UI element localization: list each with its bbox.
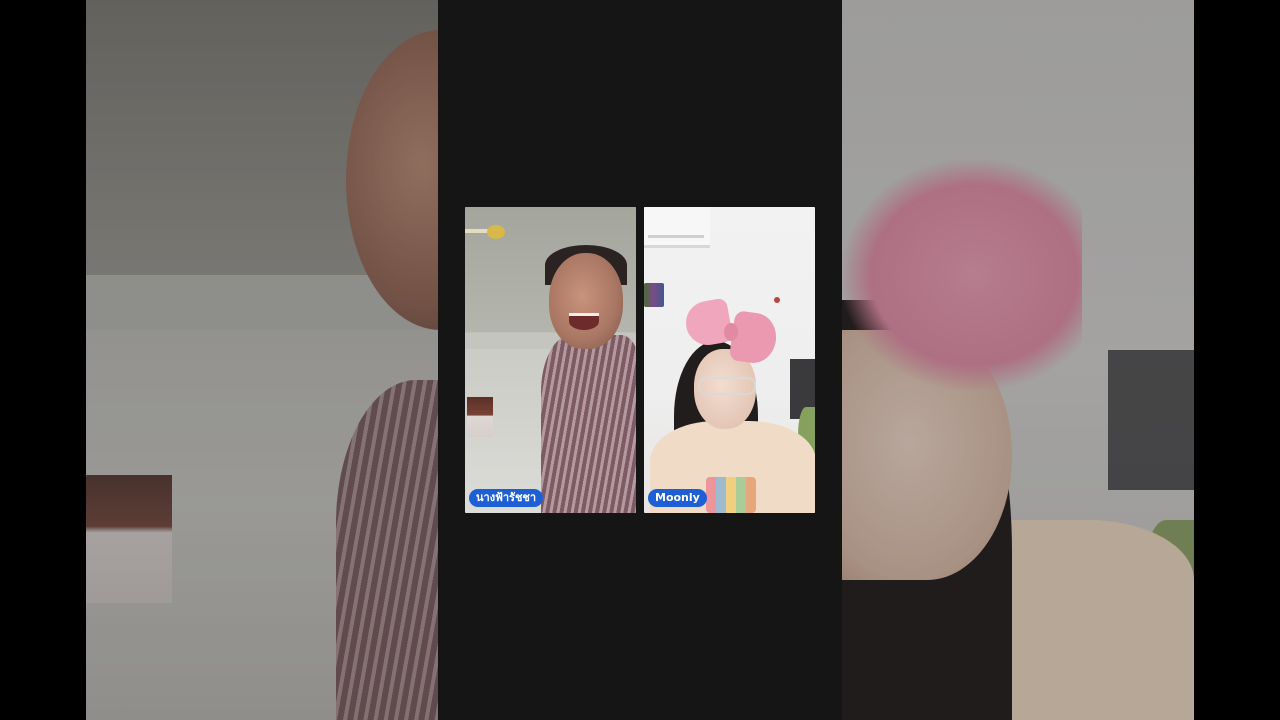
pink-bow	[682, 297, 734, 349]
participant-shirt	[541, 335, 636, 513]
participant-face	[549, 253, 623, 349]
glasses	[698, 377, 756, 395]
blurred-background-left	[86, 0, 438, 720]
participant-video-tile[interactable]: นางฟ้ารัชชา	[465, 207, 636, 513]
video-call-stage: นางฟ้ารัชชา Moonly	[0, 0, 1280, 720]
participant-name-badge: นางฟ้ารัชชา	[469, 489, 544, 507]
participant-video-tile[interactable]: Moonly	[644, 207, 815, 513]
ceiling-light	[487, 225, 505, 239]
blurred-background-right	[842, 0, 1194, 720]
air-conditioner	[644, 207, 710, 248]
wall-calendar	[467, 397, 493, 437]
shelf-items	[644, 283, 664, 307]
participant-name-badge: Moonly	[648, 489, 707, 507]
